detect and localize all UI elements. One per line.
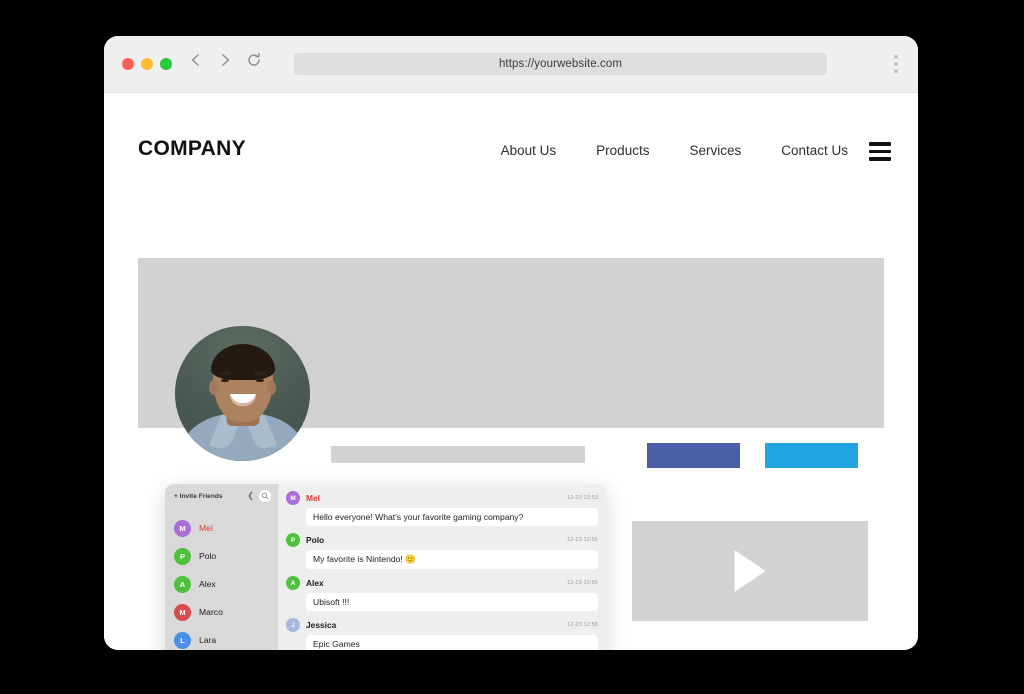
- contact-avatar: M: [174, 604, 191, 621]
- site-logo[interactable]: COMPANY: [138, 137, 246, 161]
- message-bubble: Ubisoft !!!: [306, 593, 598, 611]
- contact-list-item[interactable]: M Mel: [165, 514, 278, 542]
- chat-message: J Jessica 12-23 12:58 Epic Games: [286, 618, 598, 650]
- hamburger-bar: [869, 157, 891, 161]
- kebab-dot: [894, 62, 898, 66]
- close-window-button[interactable]: [122, 58, 134, 70]
- chat-message-header: J Jessica 12-23 12:58: [286, 618, 598, 632]
- message-avatar: J: [286, 618, 300, 632]
- message-bubble: Epic Games: [306, 635, 598, 650]
- chat-message-header: P Polo 12-23 12:55: [286, 533, 598, 547]
- message-timestamp: 12-23 12:58: [567, 622, 598, 628]
- message-timestamp: 12-23 12:55: [567, 537, 598, 543]
- contact-avatar: A: [174, 576, 191, 593]
- contact-avatar: L: [174, 632, 191, 649]
- contact-list-item[interactable]: A Alex: [165, 570, 278, 598]
- maximize-window-button[interactable]: [160, 58, 172, 70]
- browser-navigation-controls: [188, 52, 262, 68]
- contact-name: Alex: [199, 579, 216, 589]
- contact-list: MMelPPoloAAlexMMarcoLLaraJJessica: [165, 508, 278, 650]
- chat-contacts-panel: + Invite Friends ❮ M Mel P Polo A Alex M Marco L…: [165, 484, 278, 650]
- url-text: https://yourwebsite.com: [499, 58, 622, 70]
- main-navigation: About Us Products Services Contact Us: [501, 143, 848, 158]
- hero-text-placeholder-bar: [331, 446, 585, 463]
- nav-item-about-us[interactable]: About Us: [501, 143, 557, 158]
- browser-window: https://yourwebsite.com COMPANY About Us…: [104, 36, 918, 650]
- back-arrow-icon[interactable]: [188, 52, 204, 68]
- reload-icon[interactable]: [246, 52, 262, 68]
- contact-avatar: M: [174, 520, 191, 537]
- message-bubble: Hello everyone! What's your favorite gam…: [306, 508, 598, 526]
- chat-message-panel: M Mel 12-23 12:53 Hello everyone! What's yo…: [278, 484, 606, 650]
- kebab-dot: [894, 55, 898, 59]
- webpage-content: COMPANY About Us Products Services Conta…: [104, 93, 918, 650]
- nav-item-contact-us[interactable]: Contact Us: [781, 143, 848, 158]
- contact-name: Marco: [199, 607, 223, 617]
- window-controls: [122, 58, 172, 70]
- forward-arrow-icon[interactable]: [217, 52, 233, 68]
- message-author: Alex: [306, 578, 324, 588]
- ear-left-shape: [209, 380, 218, 395]
- hero-secondary-button[interactable]: [765, 443, 858, 468]
- message-bubble: My favorite is Nintendo! 🙂: [306, 550, 598, 569]
- kebab-menu-icon[interactable]: [894, 55, 898, 73]
- contact-name: Lara: [199, 635, 216, 645]
- message-avatar: A: [286, 576, 300, 590]
- address-bar[interactable]: https://yourwebsite.com: [294, 53, 827, 75]
- minimize-window-button[interactable]: [141, 58, 153, 70]
- invite-friends-label[interactable]: + Invite Friends: [174, 493, 223, 500]
- search-icon[interactable]: [259, 490, 271, 502]
- message-timestamp: 12-23 12:53: [567, 495, 598, 501]
- video-placeholder[interactable]: [632, 521, 868, 621]
- hamburger-menu-icon[interactable]: [869, 142, 891, 161]
- browser-titlebar: https://yourwebsite.com: [104, 36, 918, 93]
- avatar: [175, 326, 310, 461]
- chat-message-header: M Mel 12-23 12:53: [286, 491, 598, 505]
- contact-list-item[interactable]: M Marco: [165, 598, 278, 626]
- message-avatar: P: [286, 533, 300, 547]
- nav-item-products[interactable]: Products: [596, 143, 649, 158]
- message-author: Polo: [306, 535, 324, 545]
- site-header: COMPANY About Us Products Services Conta…: [104, 93, 918, 199]
- chat-widget: + Invite Friends ❮ M Mel P Polo A Alex M Marco L…: [165, 484, 606, 650]
- contact-name: Polo: [199, 551, 216, 561]
- message-avatar: M: [286, 491, 300, 505]
- chat-message: M Mel 12-23 12:53 Hello everyone! What's yo…: [286, 491, 598, 526]
- chat-message: A Alex 12-23 12:56 Ubisoft !!!: [286, 576, 598, 611]
- message-author: Mel: [306, 493, 320, 503]
- play-triangle-icon[interactable]: [735, 550, 766, 592]
- ear-right-shape: [267, 380, 276, 395]
- contact-list-item[interactable]: P Polo: [165, 542, 278, 570]
- message-timestamp: 12-23 12:56: [567, 580, 598, 586]
- chevron-left-icon[interactable]: ❮: [247, 492, 254, 500]
- hamburger-bar: [869, 142, 891, 146]
- nav-item-services[interactable]: Services: [689, 143, 741, 158]
- chat-message-header: A Alex 12-23 12:56: [286, 576, 598, 590]
- hero-primary-button[interactable]: [647, 443, 740, 468]
- contact-list-item[interactable]: L Lara: [165, 626, 278, 650]
- kebab-dot: [894, 69, 898, 73]
- message-author: Jessica: [306, 620, 336, 630]
- chat-sidebar-header: + Invite Friends ❮: [165, 484, 278, 508]
- hamburger-bar: [869, 150, 891, 154]
- contact-avatar: P: [174, 548, 191, 565]
- chat-message: P Polo 12-23 12:55 My favorite is Nintendo!…: [286, 533, 598, 569]
- contact-name: Mel: [199, 523, 213, 533]
